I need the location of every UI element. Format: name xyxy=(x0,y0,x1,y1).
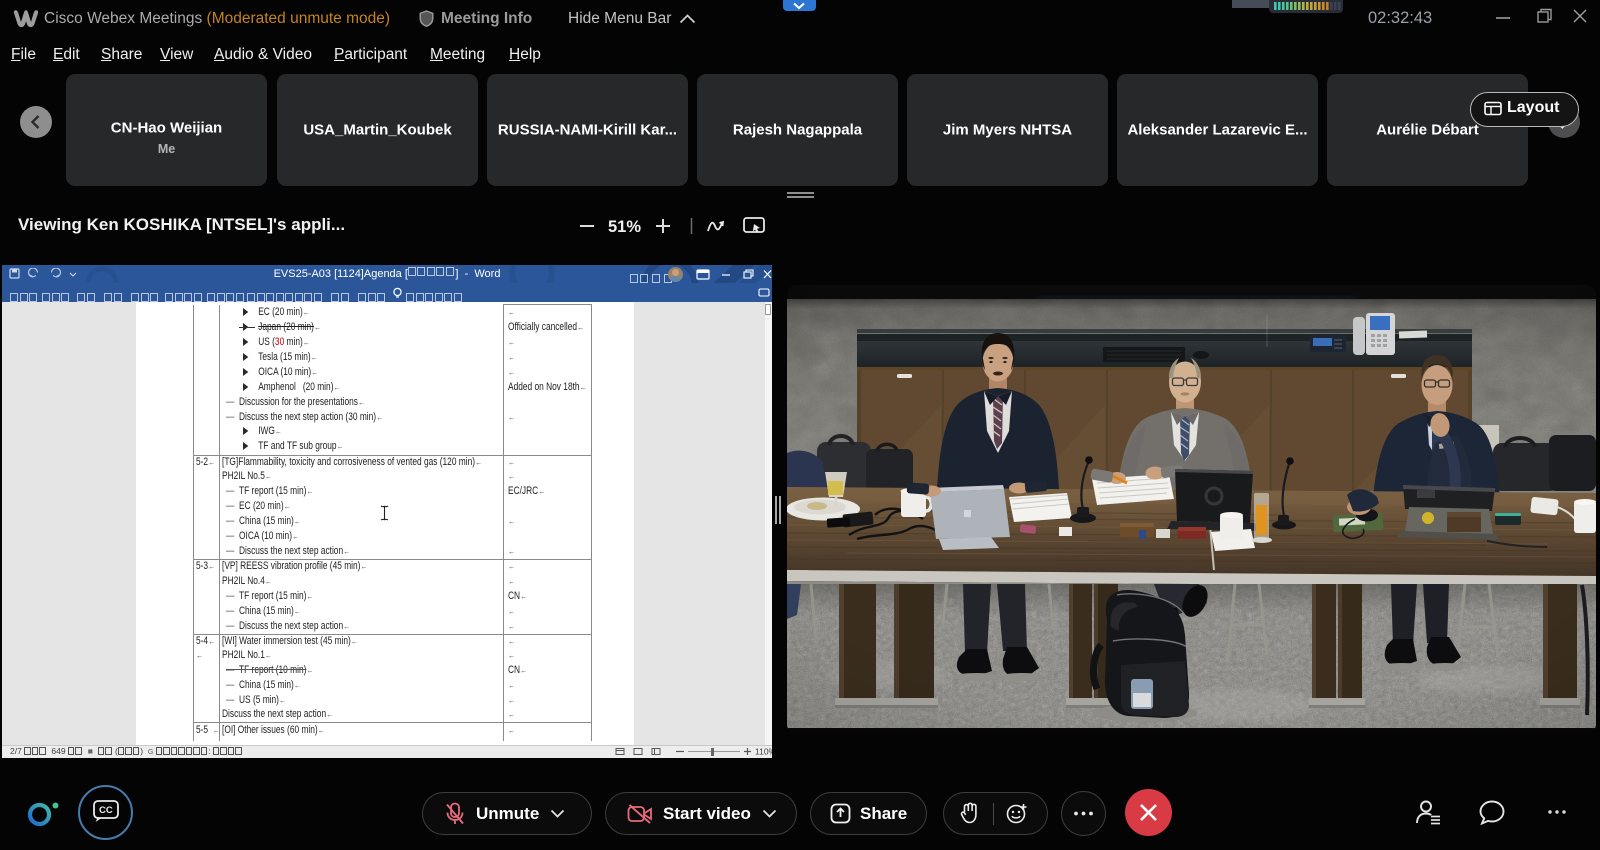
svg-text:51%: 51% xyxy=(608,218,641,236)
svg-text:110%: 110% xyxy=(755,747,772,757)
svg-text:CC: CC xyxy=(99,805,113,816)
